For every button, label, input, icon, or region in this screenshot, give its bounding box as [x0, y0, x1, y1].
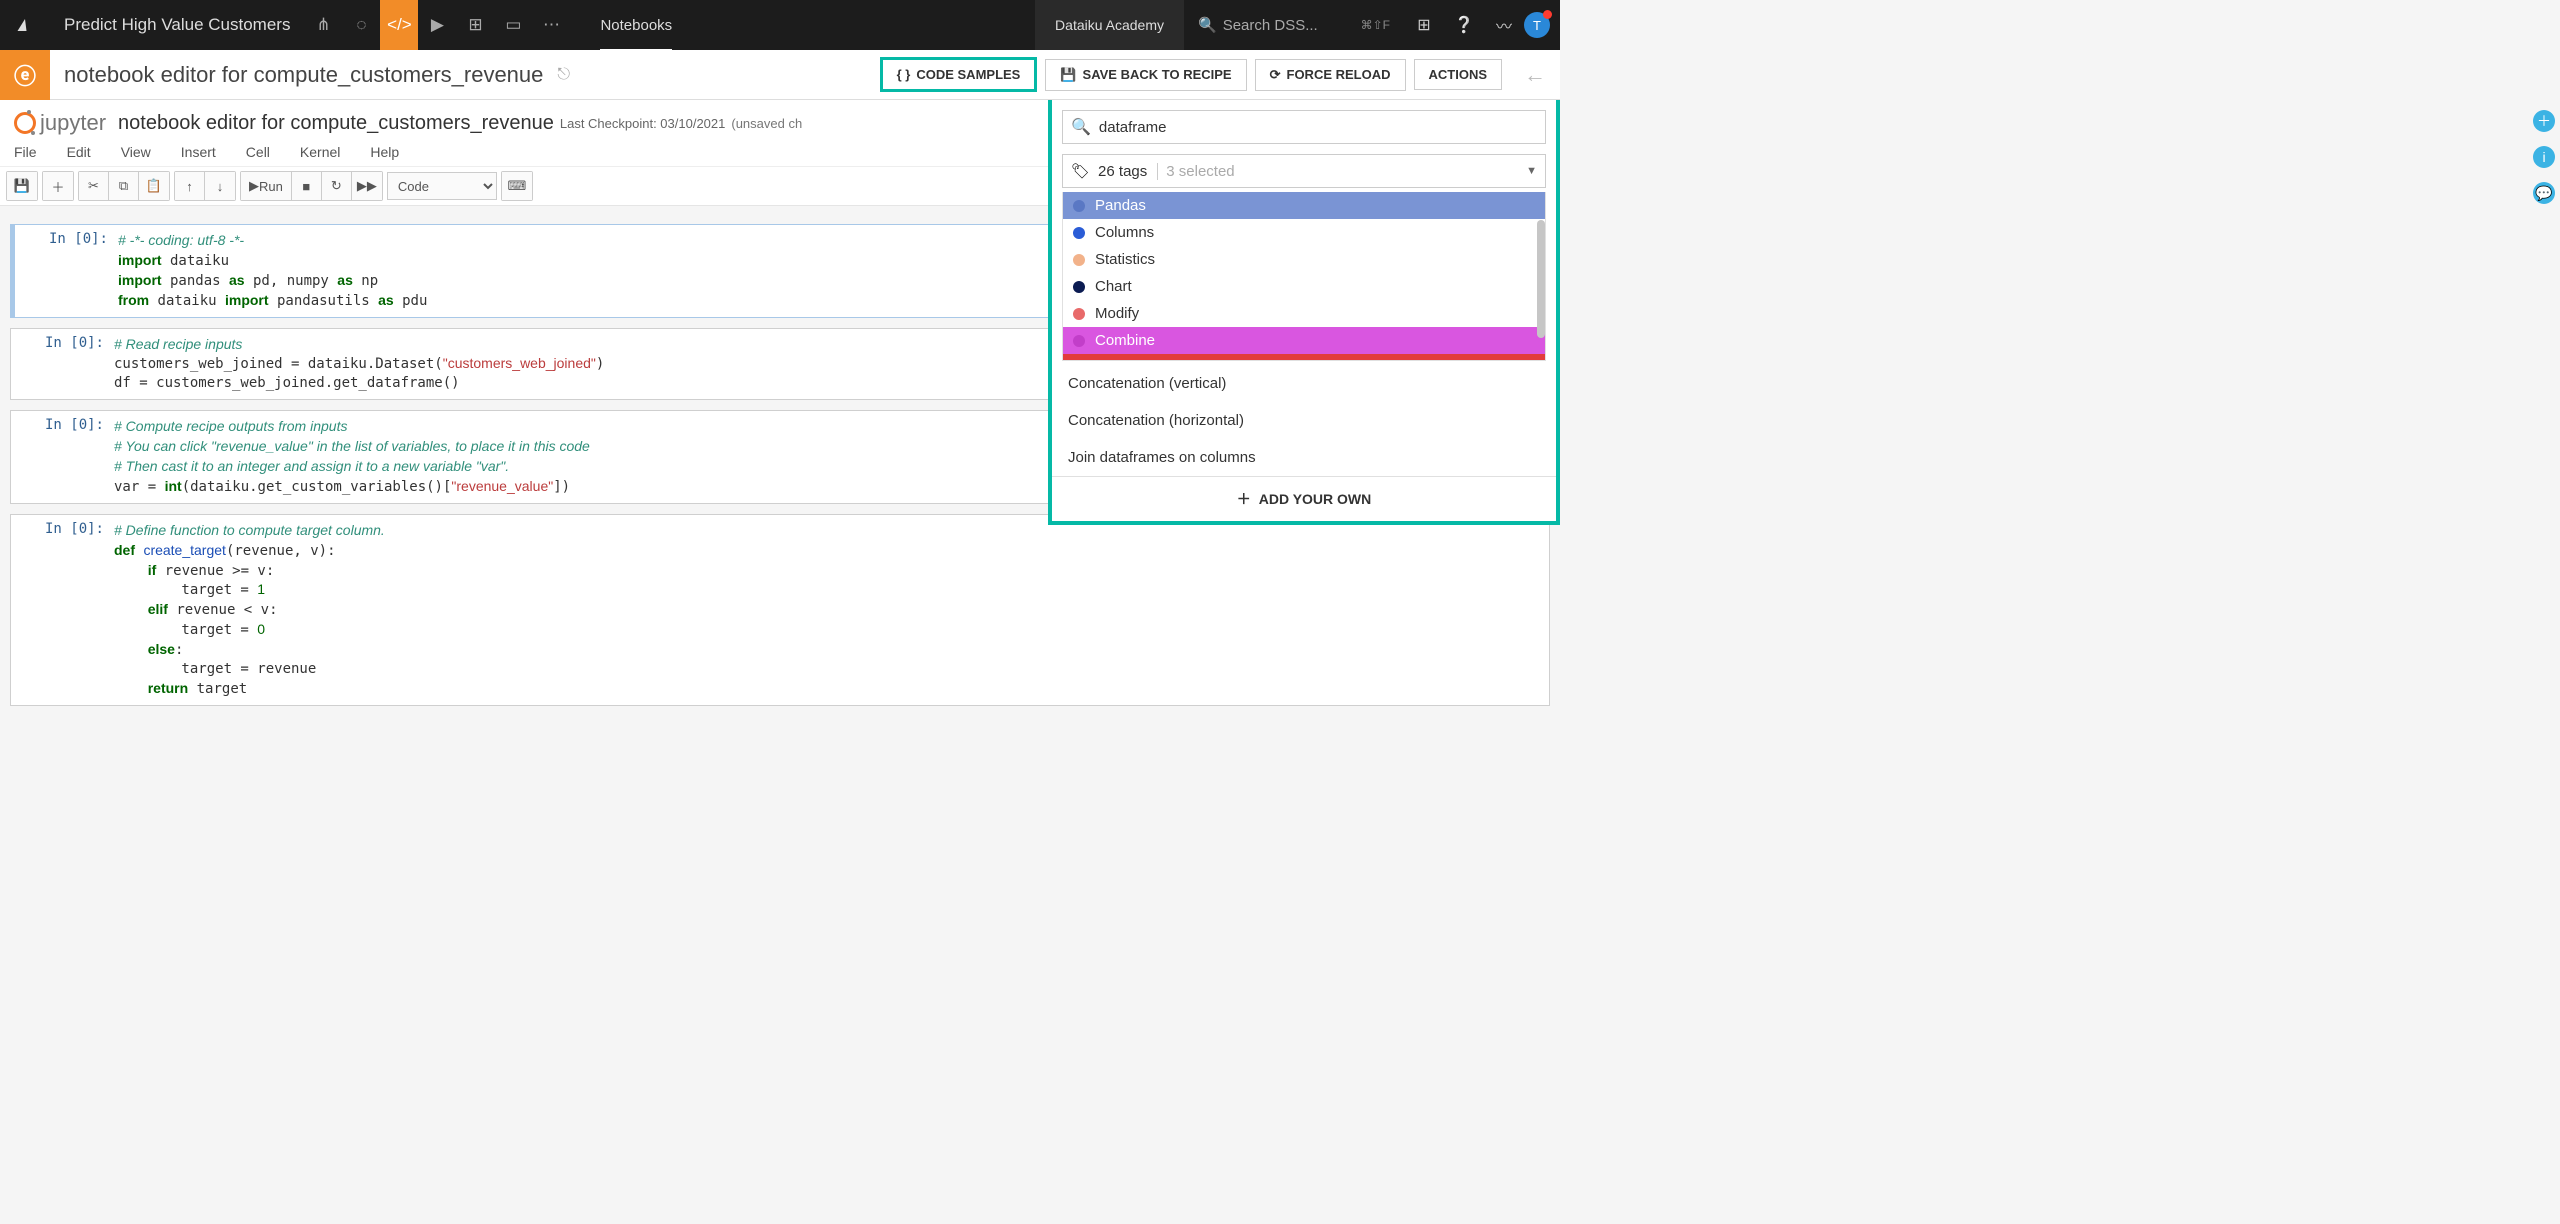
global-search[interactable]: 🔍 Search DSS... ⌘⇧F — [1184, 0, 1404, 50]
actions-button[interactable]: ACTIONS — [1414, 59, 1503, 90]
cell-prompt: In [0]: — [23, 231, 118, 311]
search-placeholder: Search DSS... — [1223, 17, 1318, 34]
scrollbar[interactable] — [1537, 220, 1545, 338]
checkpoint-label: Last Checkpoint: 03/10/2021 — [560, 116, 726, 131]
help-icon[interactable]: ❔ — [1444, 0, 1484, 50]
cell-type-select[interactable]: Code — [387, 172, 497, 200]
user-avatar[interactable]: T — [1524, 12, 1550, 38]
insert-cell-button[interactable]: ＋ — [43, 172, 73, 200]
cell-code[interactable]: # -*- coding: utf-8 -*- import dataiku i… — [118, 231, 427, 311]
tag-color-dot — [1073, 254, 1085, 266]
tags-filter[interactable]: 🏷 26 tags 3 selected ▼ — [1062, 154, 1546, 188]
search-icon: 🔍 — [1071, 117, 1091, 137]
code-samples-button[interactable]: { }CODE SAMPLES — [880, 57, 1038, 92]
save-back-button[interactable]: 💾SAVE BACK TO RECIPE — [1045, 59, 1246, 91]
collapse-panel-icon[interactable]: ← — [1510, 62, 1560, 88]
cell-code[interactable]: # Compute recipe outputs from inputs # Y… — [114, 417, 590, 497]
reload-icon: ⟳ — [1270, 67, 1281, 83]
menu-kernel[interactable]: Kernel — [300, 144, 340, 160]
tag-combine[interactable]: Combine — [1063, 327, 1545, 354]
section-notebooks[interactable]: Notebooks — [600, 17, 672, 34]
panel-icon[interactable]: ▭ — [494, 0, 532, 50]
sample-result[interactable]: Join dataframes on columns — [1052, 439, 1556, 476]
cell-code[interactable]: # Read recipe inputs customers_web_joine… — [114, 335, 604, 394]
more-icon[interactable]: ⋯ — [532, 0, 570, 50]
add-your-own-button[interactable]: ＋ADD YOUR OWN — [1052, 476, 1556, 521]
tag-color-dot — [1073, 227, 1085, 239]
jupyter-logo-icon — [14, 112, 36, 134]
move-up-button[interactable]: ↑ — [175, 172, 205, 200]
activity-icon[interactable]: 〰 — [1484, 0, 1524, 50]
app-logo-icon[interactable] — [0, 16, 50, 34]
sample-result[interactable]: Concatenation (vertical) — [1052, 365, 1556, 402]
paste-cell-button[interactable]: 📋 — [139, 172, 169, 200]
menu-file[interactable]: File — [14, 144, 37, 160]
menu-edit[interactable]: Edit — [67, 144, 91, 160]
link-icon[interactable]: ⎋ — [557, 66, 570, 84]
dataiku-academy-link[interactable]: Dataiku Academy — [1035, 0, 1184, 50]
run-all-button[interactable]: ▶▶ — [352, 172, 382, 200]
tag-icon: 🏷 — [1071, 162, 1090, 180]
rail-info-icon[interactable]: i — [2533, 146, 2555, 168]
sample-results: Concatenation (vertical) Concatenation (… — [1052, 365, 1556, 476]
save-notebook-button[interactable]: 💾 — [7, 172, 37, 200]
tag-list: Pandas Columns Statistics Chart Modify C… — [1062, 192, 1546, 361]
code-samples-panel: 🔍 🏷 26 tags 3 selected ▼ Pandas Columns … — [1048, 100, 1560, 525]
rail-add-icon[interactable]: ＋ — [2533, 110, 2555, 132]
search-shortcut: ⌘⇧F — [1361, 18, 1390, 32]
cell-code[interactable]: # Define function to compute target colu… — [114, 521, 385, 699]
save-icon: 💾 — [1060, 67, 1076, 83]
tags-selected-count: 3 selected — [1157, 163, 1234, 180]
tag-chart[interactable]: Chart — [1063, 273, 1545, 300]
plus-icon: ＋ — [1237, 489, 1251, 509]
cut-cell-button[interactable]: ✂ — [79, 172, 109, 200]
chevron-down-icon: ▼ — [1526, 165, 1537, 177]
tag-color-dot — [1073, 281, 1085, 293]
menu-insert[interactable]: Insert — [181, 144, 216, 160]
interrupt-button[interactable]: ■ — [292, 172, 322, 200]
tag-modify[interactable]: Modify — [1063, 300, 1545, 327]
cycle-icon[interactable]: ◌ — [342, 0, 380, 50]
run-icon[interactable]: ▶ — [418, 0, 456, 50]
sample-result[interactable]: Concatenation (horizontal) — [1052, 402, 1556, 439]
page-title: notebook editor for compute_customers_re… — [50, 62, 557, 88]
tag-color-dot — [1073, 200, 1085, 212]
recipe-icon[interactable]: ⓔ — [0, 50, 50, 100]
braces-icon: { } — [897, 67, 911, 82]
menu-cell[interactable]: Cell — [246, 144, 270, 160]
menu-view[interactable]: View — [121, 144, 151, 160]
restart-button[interactable]: ↻ — [322, 172, 352, 200]
rail-chat-icon[interactable]: 💬 — [2533, 182, 2555, 204]
tag-partial-row[interactable] — [1063, 354, 1545, 360]
save-status: (unsaved ch — [731, 116, 802, 131]
samples-search-input[interactable] — [1099, 119, 1537, 136]
move-down-button[interactable]: ↓ — [205, 172, 235, 200]
project-name[interactable]: Predict High Value Customers — [50, 15, 304, 35]
apps-icon[interactable]: ⊞ — [1404, 0, 1444, 50]
tag-pandas[interactable]: Pandas — [1063, 192, 1545, 219]
run-button[interactable]: ▶ Run — [241, 172, 292, 200]
flow-icon[interactable]: ⋔ — [304, 0, 342, 50]
menu-help[interactable]: Help — [370, 144, 399, 160]
notebook-name[interactable]: notebook editor for compute_customers_re… — [118, 112, 554, 135]
search-icon: 🔍 — [1198, 16, 1217, 34]
tags-count: 26 tags — [1098, 163, 1147, 180]
tag-statistics[interactable]: Statistics — [1063, 246, 1545, 273]
command-palette-button[interactable]: ⌨ — [502, 172, 532, 200]
tag-color-dot — [1073, 335, 1085, 347]
force-reload-button[interactable]: ⟳FORCE RELOAD — [1255, 59, 1406, 91]
copy-cell-button[interactable]: ⧉ — [109, 172, 139, 200]
cell-prompt: In [0]: — [19, 335, 114, 394]
tag-color-dot — [1073, 308, 1085, 320]
cell-prompt: In [0]: — [19, 417, 114, 497]
tag-columns[interactable]: Columns — [1063, 219, 1545, 246]
code-icon[interactable]: </> — [380, 0, 418, 50]
code-cell[interactable]: In [0]: # Define function to compute tar… — [10, 514, 1550, 706]
dashboard-icon[interactable]: ⊞ — [456, 0, 494, 50]
cell-prompt: In [0]: — [19, 521, 114, 699]
jupyter-logo: jupyter — [14, 110, 106, 136]
